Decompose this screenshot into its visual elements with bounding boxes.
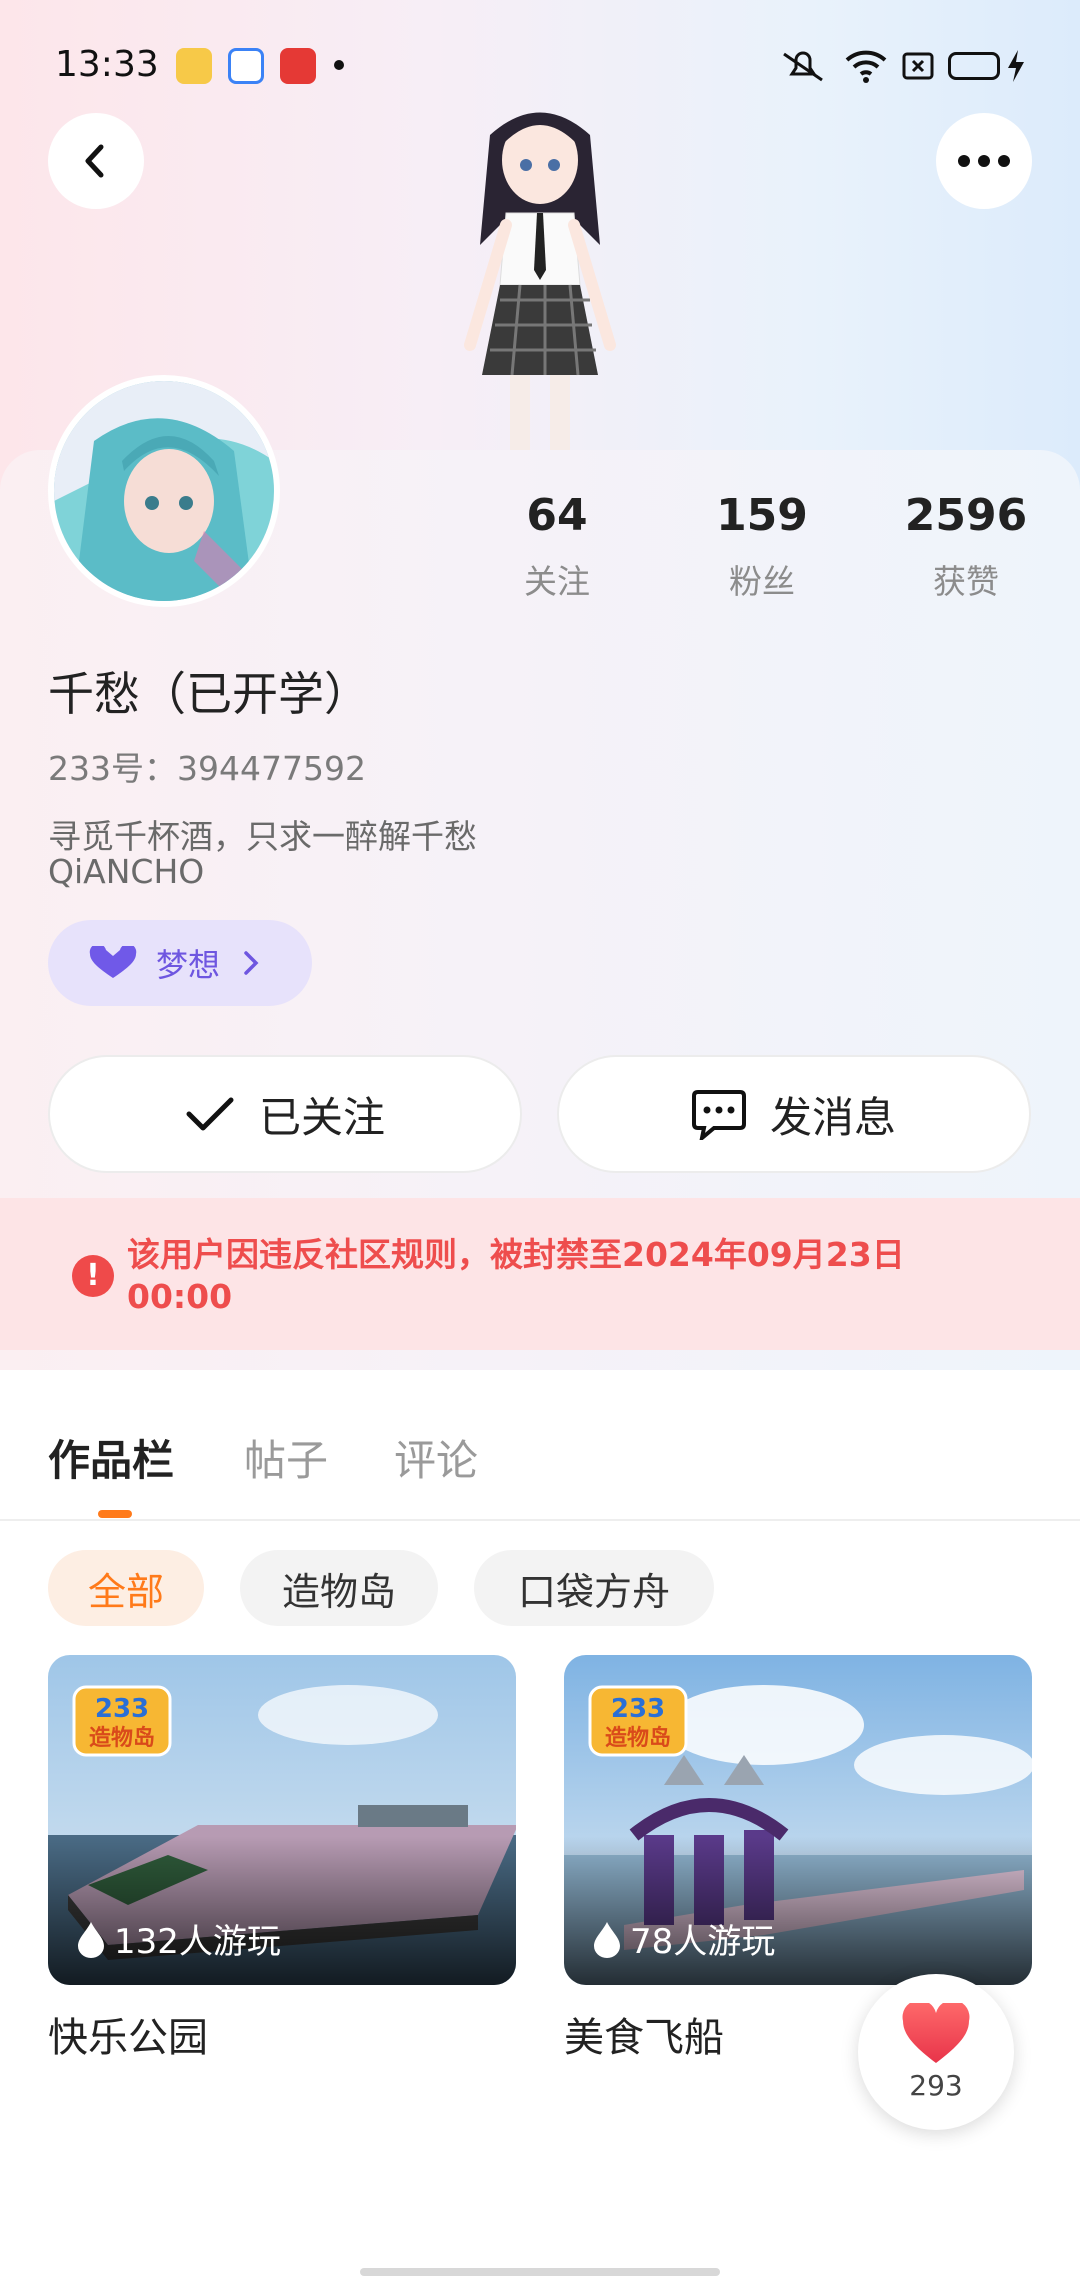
weibo-icon [176, 48, 212, 84]
zaowudao-logo-icon: 233 造物岛 [72, 1685, 172, 1757]
work-title: 快乐公园 [48, 2015, 208, 2061]
stat-followers[interactable]: 159 粉丝 [672, 490, 852, 603]
likes-count: 2596 [904, 490, 1028, 541]
checkmark-icon [186, 1097, 234, 1131]
tab-divider [0, 1519, 1080, 1521]
wifi-icon [845, 50, 887, 83]
dream-tag[interactable]: 梦想 [48, 920, 312, 1006]
more-dots-icon [958, 155, 1010, 167]
charging-icon [1008, 50, 1024, 82]
filter-zaowudao[interactable]: 造物岛 [240, 1550, 438, 1626]
logo-number: 233 [611, 1694, 665, 1724]
following-label: 关注 [524, 562, 590, 601]
flame-icon [594, 1921, 620, 1958]
status-time: 13:33 [55, 44, 159, 85]
bio-line-1: 寻觅千杯酒，只求一醉解千愁 [48, 817, 477, 856]
followers-label: 粉丝 [729, 562, 795, 601]
app-icon [228, 48, 264, 84]
sim-icon [902, 52, 934, 80]
tab-posts[interactable]: 帖子 [244, 1427, 328, 1488]
work-thumbnail: 233 造物岛 132人游玩 [48, 1655, 516, 1985]
mute-icon [783, 51, 823, 82]
logo-label: 造物岛 [605, 1725, 671, 1751]
filter-all[interactable]: 全部 [48, 1550, 204, 1626]
active-tab-indicator [98, 1510, 132, 1518]
tab-comments[interactable]: 评论 [394, 1427, 478, 1488]
follow-button-label: 已关注 [258, 1092, 385, 1142]
user-id: 233号：394477592 [48, 749, 366, 788]
like-count: 293 [909, 2068, 963, 2102]
video-icon [280, 48, 316, 84]
heart-icon [89, 946, 137, 978]
logo-number: 233 [95, 1694, 149, 1724]
more-button[interactable] [936, 113, 1032, 209]
chevron-right-icon [244, 951, 259, 975]
logo-label: 造物岛 [89, 1725, 155, 1751]
avatar-image [54, 381, 274, 601]
followers-count: 159 [716, 490, 808, 541]
works-section: 作品栏 帖子 评论 全部 造物岛 口袋方舟 233 造物岛 132人游玩 快乐公… [0, 1385, 1080, 2280]
play-count-label: 78人游玩 [630, 1922, 776, 1962]
work-thumbnail: 233 造物岛 78人游玩 [564, 1655, 1032, 1985]
heart-icon [902, 2002, 970, 2063]
play-count: 132人游玩 [76, 1914, 281, 1963]
dream-tag-label: 梦想 [156, 946, 221, 984]
stat-following[interactable]: 64 关注 [467, 490, 647, 603]
chevron-left-icon [85, 144, 104, 178]
ban-notice-text: 该用户因违反社区规则，被封禁至2024年09月23日 00:00 [127, 1235, 905, 1316]
chat-bubble-icon [691, 1090, 746, 1140]
flame-icon [78, 1921, 104, 1958]
like-button[interactable]: 293 [858, 1974, 1014, 2130]
stat-likes[interactable]: 2596 获赞 [876, 490, 1056, 603]
character-avatar-illustration [464, 112, 616, 450]
likes-label: 获赞 [933, 562, 999, 601]
message-button[interactable]: 发消息 [557, 1055, 1031, 1173]
battery-icon [948, 52, 1000, 80]
back-button[interactable] [48, 113, 144, 209]
filter-pocket-ark[interactable]: 口袋方舟 [474, 1550, 714, 1626]
ban-notice-banner: ! 该用户因违反社区规则，被封禁至2024年09月23日 00:00 [0, 1198, 1080, 1350]
notification-dot-icon [334, 60, 344, 70]
play-count: 78人游玩 [592, 1914, 775, 1963]
message-button-label: 发消息 [769, 1092, 896, 1142]
bio-line-2: QiANCHO [48, 852, 205, 891]
home-indicator[interactable] [360, 2268, 720, 2276]
work-card[interactable]: 233 造物岛 132人游玩 快乐公园 [48, 1655, 516, 2063]
username: 千愁（已开学） [48, 667, 370, 721]
warning-icon: ! [72, 1255, 114, 1297]
avatar[interactable] [48, 375, 280, 607]
follow-button[interactable]: 已关注 [48, 1055, 522, 1173]
play-count-label: 132人游玩 [114, 1922, 281, 1962]
tab-works[interactable]: 作品栏 [48, 1427, 174, 1488]
following-count: 64 [526, 490, 588, 541]
zaowudao-logo-icon: 233 造物岛 [588, 1685, 688, 1757]
